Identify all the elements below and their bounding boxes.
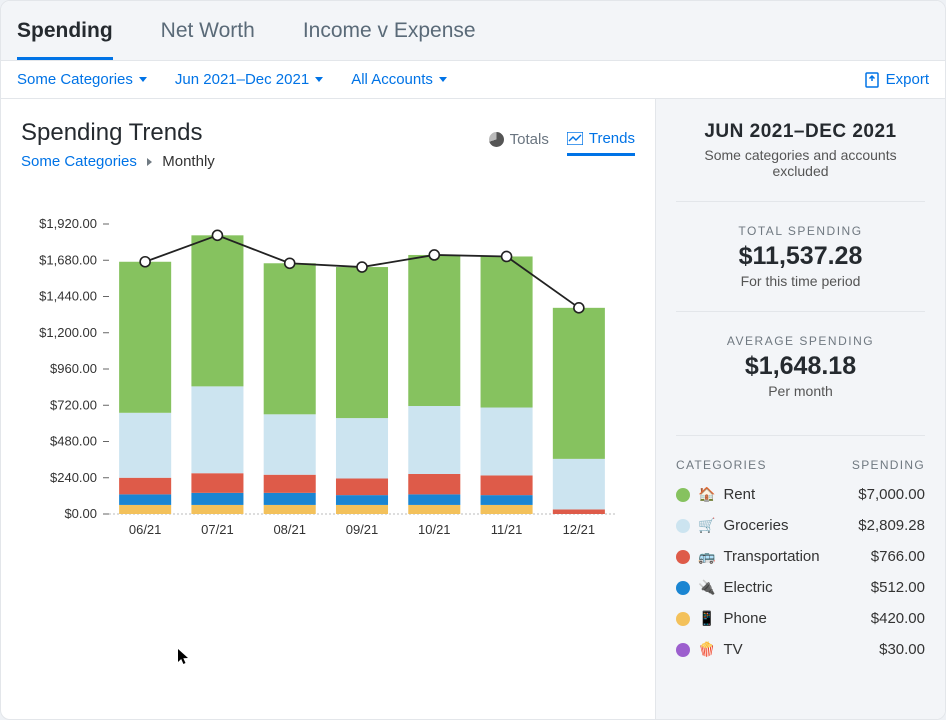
summary-range: JUN 2021–DEC 2021 bbox=[676, 121, 925, 143]
breadcrumb: Some Categories Monthly bbox=[21, 153, 215, 170]
chart-area[interactable]: $0.00 $240.00 $480.00 $720.00 $960.00 $1,200.… bbox=[21, 214, 635, 703]
svg-text:$0.00: $0.00 bbox=[64, 506, 97, 521]
view-totals[interactable]: Totals bbox=[489, 130, 549, 156]
category-name: Phone bbox=[723, 610, 766, 627]
category-name: TV bbox=[723, 641, 742, 658]
category-name: Groceries bbox=[723, 517, 788, 534]
category-row[interactable]: 🏠 Rent $7,000.00 bbox=[676, 486, 925, 503]
svg-text:$720.00: $720.00 bbox=[50, 397, 97, 412]
export-label: Export bbox=[886, 71, 929, 88]
category-amount: $30.00 bbox=[879, 641, 925, 658]
avg-spending-value: $1,648.18 bbox=[676, 352, 925, 381]
category-row[interactable]: 🛒 Groceries $2,809.28 bbox=[676, 517, 925, 534]
svg-text:$1,200.00: $1,200.00 bbox=[39, 325, 97, 340]
category-name: Transportation bbox=[723, 548, 819, 565]
filter-bar: Some Categories Jun 2021–Dec 2021 All Ac… bbox=[1, 60, 945, 99]
view-trends-label: Trends bbox=[589, 130, 635, 147]
cursor-icon bbox=[177, 648, 191, 671]
view-trends[interactable]: Trends bbox=[567, 130, 635, 156]
trends-icon bbox=[567, 132, 583, 145]
pie-chart-icon bbox=[489, 132, 504, 147]
app-window: Spending Net Worth Income v Expense Some… bbox=[0, 0, 946, 720]
caret-down-icon bbox=[315, 77, 323, 82]
export-icon bbox=[864, 72, 880, 88]
category-emoji-icon: 🔌 bbox=[698, 579, 715, 596]
category-color-dot bbox=[676, 643, 690, 657]
avg-spending-block: AVERAGE SPENDING $1,648.18 Per month bbox=[676, 311, 925, 399]
svg-text:12/21: 12/21 bbox=[563, 522, 596, 537]
category-row[interactable]: 🚌 Transportation $766.00 bbox=[676, 548, 925, 565]
summary-panel: JUN 2021–DEC 2021 Some categories and ac… bbox=[655, 99, 945, 719]
category-list: 🏠 Rent $7,000.00 🛒 Groceries $2,809.28 🚌 Transp… bbox=[676, 486, 925, 658]
breadcrumb-root[interactable]: Some Categories bbox=[21, 153, 137, 170]
export-button[interactable]: Export bbox=[864, 71, 929, 88]
category-color-dot bbox=[676, 550, 690, 564]
svg-text:$960.00: $960.00 bbox=[50, 361, 97, 376]
category-color-dot bbox=[676, 488, 690, 502]
category-row[interactable]: 📱 Phone $420.00 bbox=[676, 610, 925, 627]
filter-accounts[interactable]: All Accounts bbox=[351, 71, 447, 88]
svg-text:$1,680.00: $1,680.00 bbox=[39, 252, 97, 267]
svg-text:09/21: 09/21 bbox=[346, 522, 379, 537]
caret-down-icon bbox=[139, 77, 147, 82]
category-amount: $420.00 bbox=[871, 610, 925, 627]
chart-panel: Spending Trends Some Categories Monthly … bbox=[1, 99, 655, 719]
svg-text:06/21: 06/21 bbox=[129, 522, 162, 537]
avg-spending-label: AVERAGE SPENDING bbox=[676, 334, 925, 348]
category-row[interactable]: 🔌 Electric $512.00 bbox=[676, 579, 925, 596]
chevron-right-icon bbox=[147, 158, 152, 166]
svg-text:$480.00: $480.00 bbox=[50, 434, 97, 449]
main-tabs: Spending Net Worth Income v Expense bbox=[1, 1, 945, 60]
category-row[interactable]: 🍿 TV $30.00 bbox=[676, 641, 925, 658]
tab-income-v-expense[interactable]: Income v Expense bbox=[303, 19, 476, 60]
category-emoji-icon: 🏠 bbox=[698, 486, 715, 503]
svg-text:11/21: 11/21 bbox=[491, 522, 523, 537]
view-totals-label: Totals bbox=[510, 131, 549, 148]
category-color-dot bbox=[676, 612, 690, 626]
svg-text:$1,920.00: $1,920.00 bbox=[39, 216, 97, 231]
category-emoji-icon: 🍿 bbox=[698, 641, 715, 658]
total-spending-value: $11,537.28 bbox=[676, 242, 925, 271]
category-emoji-icon: 🚌 bbox=[698, 548, 715, 565]
category-amount: $766.00 bbox=[871, 548, 925, 565]
total-spending-desc: For this time period bbox=[676, 273, 925, 289]
breadcrumb-leaf: Monthly bbox=[162, 153, 215, 170]
svg-text:08/21: 08/21 bbox=[273, 522, 306, 537]
filter-accounts-label: All Accounts bbox=[351, 71, 433, 88]
avg-spending-desc: Per month bbox=[676, 383, 925, 399]
svg-text:$1,440.00: $1,440.00 bbox=[39, 289, 97, 304]
category-header-left: CATEGORIES bbox=[676, 458, 767, 472]
total-spending-block: TOTAL SPENDING $11,537.28 For this time … bbox=[676, 201, 925, 289]
category-name: Rent bbox=[723, 486, 755, 503]
category-header: CATEGORIES SPENDING bbox=[676, 435, 925, 472]
svg-text:10/21: 10/21 bbox=[418, 522, 451, 537]
svg-text:07/21: 07/21 bbox=[201, 522, 234, 537]
svg-text:$240.00: $240.00 bbox=[50, 470, 97, 485]
view-toggle: Totals Trends bbox=[489, 130, 635, 156]
filter-categories-label: Some Categories bbox=[17, 71, 133, 88]
page-heading-block: Spending Trends Some Categories Monthly bbox=[21, 115, 215, 170]
filter-period[interactable]: Jun 2021–Dec 2021 bbox=[175, 71, 323, 88]
category-header-right: SPENDING bbox=[852, 458, 925, 472]
category-name: Electric bbox=[723, 579, 772, 596]
category-color-dot bbox=[676, 519, 690, 533]
category-emoji-icon: 📱 bbox=[698, 610, 715, 627]
category-color-dot bbox=[676, 581, 690, 595]
tab-networth[interactable]: Net Worth bbox=[161, 19, 255, 60]
category-emoji-icon: 🛒 bbox=[698, 517, 715, 534]
spending-chart: $0.00 $240.00 $480.00 $720.00 $960.00 $1,200.… bbox=[21, 214, 621, 554]
page-title: Spending Trends bbox=[21, 119, 215, 147]
filter-period-label: Jun 2021–Dec 2021 bbox=[175, 71, 309, 88]
caret-down-icon bbox=[439, 77, 447, 82]
summary-sub: Some categories and accounts excluded bbox=[676, 147, 925, 179]
content-area: Spending Trends Some Categories Monthly … bbox=[1, 99, 945, 719]
category-amount: $2,809.28 bbox=[858, 517, 925, 534]
category-amount: $512.00 bbox=[871, 579, 925, 596]
chart-header: Spending Trends Some Categories Monthly … bbox=[21, 115, 635, 170]
total-spending-label: TOTAL SPENDING bbox=[676, 224, 925, 238]
category-amount: $7,000.00 bbox=[858, 486, 925, 503]
filter-categories[interactable]: Some Categories bbox=[17, 71, 147, 88]
tab-spending[interactable]: Spending bbox=[17, 19, 113, 60]
